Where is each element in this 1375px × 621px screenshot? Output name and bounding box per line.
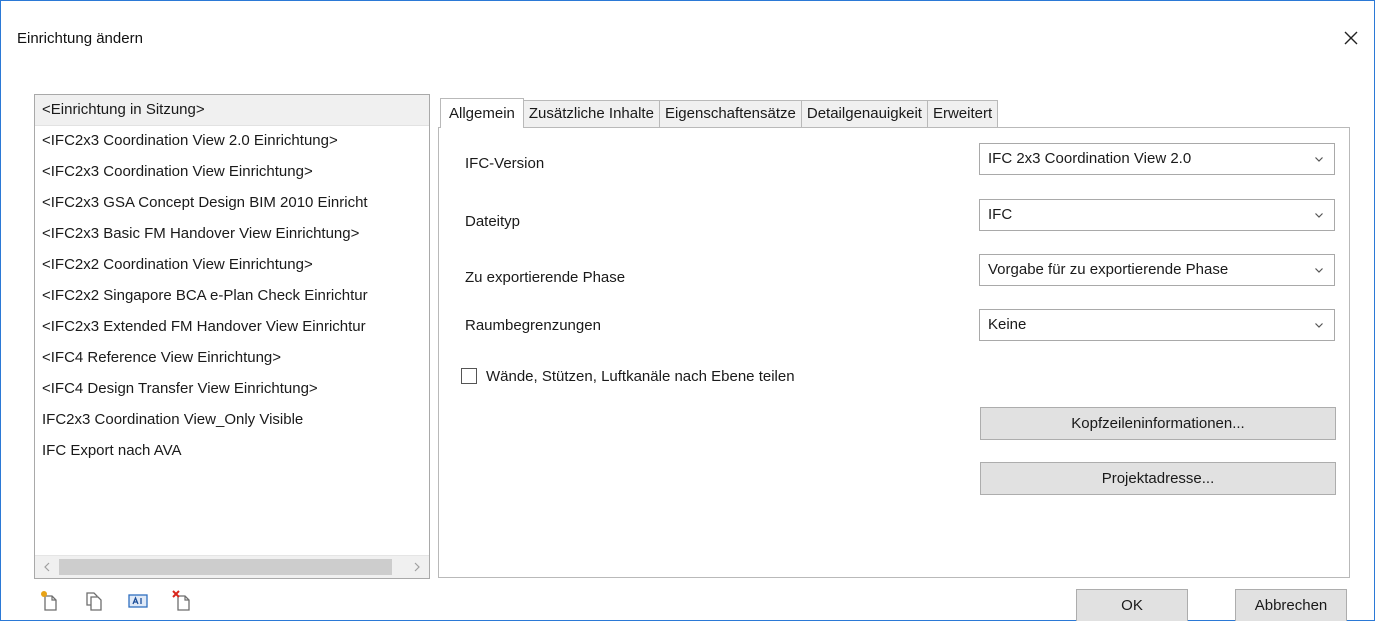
setup-list-item[interactable]: <IFC2x3 Coordination View 2.0 Einrichtun… — [35, 126, 429, 157]
setup-toolbar — [37, 588, 195, 614]
scrollbar-thumb[interactable] — [59, 559, 392, 575]
chevron-down-icon — [1315, 213, 1323, 218]
file-type-label: Dateityp — [465, 213, 521, 230]
change-setup-dialog: Einrichtung ändern <Einrichtung in Sitzu… — [0, 0, 1375, 621]
tab-erweitert[interactable]: Erweitert — [926, 100, 999, 128]
space-boundaries-select[interactable]: Keine — [979, 309, 1335, 341]
ifc-version-select[interactable]: IFC 2x3 Coordination View 2.0 — [979, 143, 1335, 175]
setup-list-item[interactable]: IFC Export nach AVA — [35, 436, 429, 467]
file-type-select[interactable]: IFC — [979, 199, 1335, 231]
split-walls-checkbox[interactable] — [461, 368, 477, 384]
rename-setup-icon — [128, 594, 148, 608]
rename-setup-button[interactable] — [125, 588, 151, 614]
phase-value: Vorgabe für zu exportierende Phase — [988, 261, 1229, 278]
setup-list-item[interactable]: <IFC2x3 GSA Concept Design BIM 2010 Einr… — [35, 188, 429, 219]
setup-list-item[interactable]: <IFC2x3 Basic FM Handover View Einrichtu… — [35, 219, 429, 250]
phase-label: Zu exportierende Phase — [465, 269, 626, 286]
chevron-down-icon — [1315, 268, 1323, 273]
delete-setup-button[interactable] — [169, 588, 195, 614]
setup-list-item[interactable]: <Einrichtung in Sitzung> — [35, 95, 429, 126]
space-boundaries-value: Keine — [988, 316, 1027, 333]
cancel-button[interactable]: Abbrechen — [1235, 589, 1347, 621]
chevron-right-icon — [414, 562, 420, 572]
duplicate-setup-icon — [86, 592, 102, 611]
close-icon — [1344, 31, 1358, 45]
chevron-down-icon — [1315, 157, 1323, 162]
setup-list-item[interactable]: <IFC2x3 Coordination View Einrichtung> — [35, 157, 429, 188]
setup-list-item[interactable]: <IFC2x2 Singapore BCA e-Plan Check Einri… — [35, 281, 429, 312]
delete-setup-icon — [172, 590, 190, 611]
chevron-down-icon — [1315, 323, 1323, 328]
tab-detailgenauigkeit[interactable]: Detailgenauigkeit — [800, 100, 928, 128]
split-walls-label[interactable]: Wände, Stützen, Luftkanäle nach Ebene te… — [486, 368, 795, 385]
setup-list[interactable]: <Einrichtung in Sitzung> <IFC2x3 Coordin… — [34, 94, 430, 579]
tab-allgemein[interactable]: Allgemein — [440, 98, 524, 128]
duplicate-setup-button[interactable] — [81, 588, 107, 614]
setup-list-item[interactable]: <IFC4 Reference View Einrichtung> — [35, 343, 429, 374]
file-type-value: IFC — [988, 206, 1013, 223]
setup-list-item[interactable]: <IFC2x3 Extended FM Handover View Einric… — [35, 312, 429, 343]
project-address-button[interactable]: Projektadresse... — [980, 462, 1336, 495]
ifc-version-label: IFC-Version — [465, 155, 545, 172]
scroll-left-button[interactable] — [35, 556, 59, 578]
tab-strip: Allgemein Zusätzliche Inhalte Eigenschaf… — [440, 98, 999, 128]
ok-button[interactable]: OK — [1076, 589, 1188, 621]
ifc-version-value: IFC 2x3 Coordination View 2.0 — [988, 150, 1192, 167]
dialog-title: Einrichtung ändern — [17, 30, 143, 47]
general-tab-panel: IFC-Version IFC 2x3 Coordination View 2.… — [438, 127, 1350, 578]
phase-select[interactable]: Vorgabe für zu exportierende Phase — [979, 254, 1335, 286]
tab-zusaetzliche-inhalte[interactable]: Zusätzliche Inhalte — [522, 100, 660, 128]
setup-list-item[interactable]: IFC2x3 Coordination View_Only Visible — [35, 405, 429, 436]
new-setup-icon — [41, 591, 57, 611]
scroll-right-button[interactable] — [405, 556, 429, 578]
setup-list-item[interactable]: <IFC4 Design Transfer View Einrichtung> — [35, 374, 429, 405]
setup-list-items: <Einrichtung in Sitzung> <IFC2x3 Coordin… — [35, 95, 429, 467]
horizontal-scrollbar[interactable] — [35, 555, 429, 578]
new-setup-button[interactable] — [37, 588, 63, 614]
close-button[interactable] — [1336, 23, 1366, 53]
chevron-left-icon — [44, 562, 50, 572]
tab-eigenschaftensaetze[interactable]: Eigenschaftensätze — [658, 100, 802, 128]
header-info-button[interactable]: Kopfzeileninformationen... — [980, 407, 1336, 440]
space-boundaries-label: Raumbegrenzungen — [465, 317, 601, 334]
setup-list-item[interactable]: <IFC2x2 Coordination View Einrichtung> — [35, 250, 429, 281]
